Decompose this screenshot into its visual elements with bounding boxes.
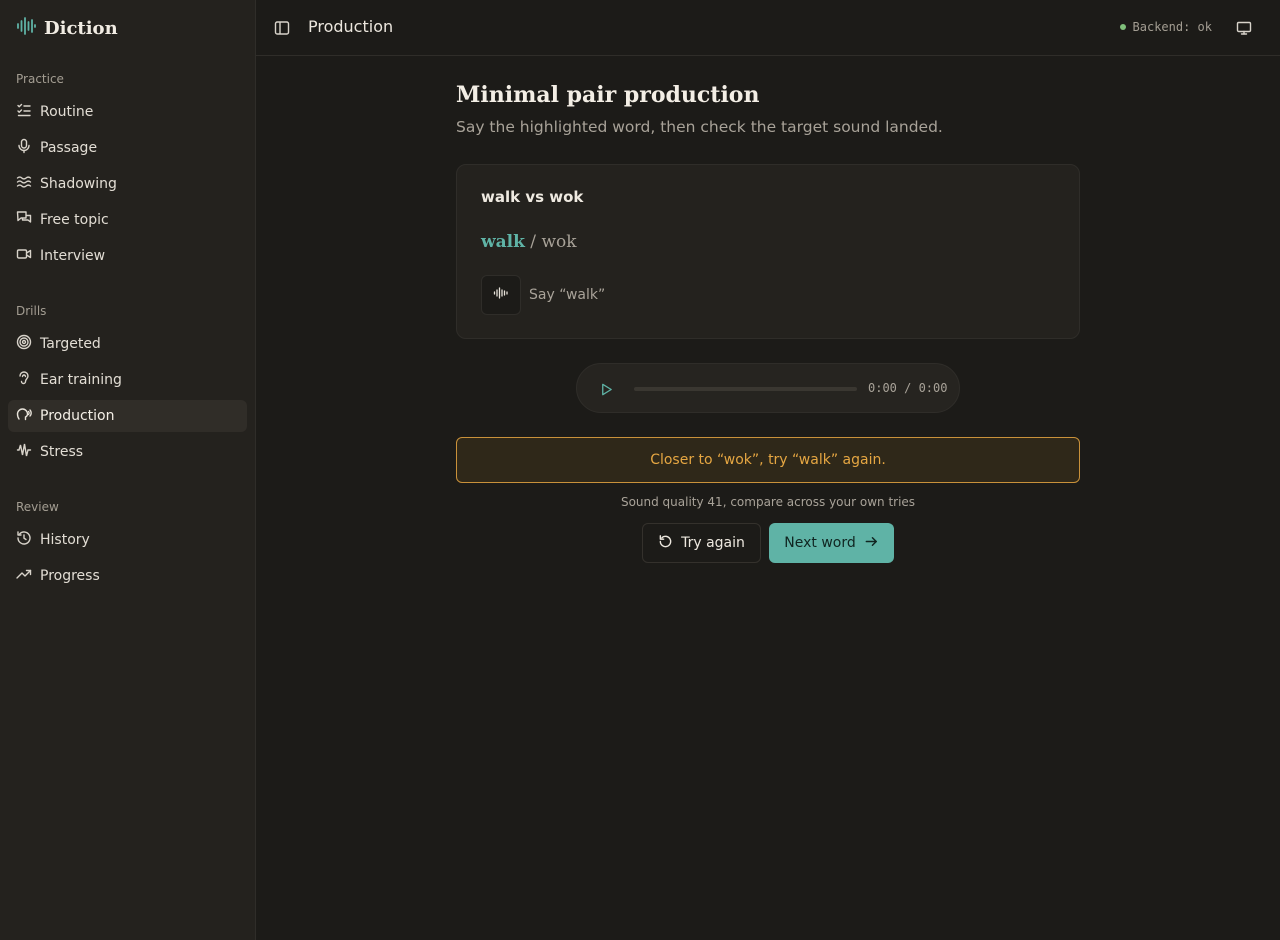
logo-waveform-icon bbox=[16, 16, 36, 40]
video-icon bbox=[16, 246, 32, 266]
sidebar-item-label: Ear training bbox=[40, 372, 122, 388]
other-word: wok bbox=[541, 232, 577, 252]
playback-time: 0:00 / 0:00 bbox=[868, 381, 948, 395]
sidebar-item-label: Passage bbox=[40, 140, 98, 156]
sidebar-item-ear-training[interactable]: Ear training bbox=[8, 364, 247, 396]
next-word-button[interactable]: Next word bbox=[769, 523, 894, 563]
mic-icon bbox=[16, 138, 32, 158]
feedback-banner: Closer to “wok”, try “walk” again. bbox=[456, 437, 1080, 483]
chat-icon bbox=[16, 210, 32, 230]
brand[interactable]: Diction bbox=[16, 14, 118, 42]
try-again-button[interactable]: Try again bbox=[642, 523, 761, 563]
sidebar-item-label: Targeted bbox=[40, 336, 101, 352]
arrow-right-icon bbox=[864, 534, 879, 553]
say-prompt: Say “walk” bbox=[529, 287, 606, 303]
drill-title: Minimal pair production bbox=[456, 82, 760, 108]
next-word-label: Next word bbox=[784, 535, 856, 551]
audio-waveform-icon bbox=[16, 442, 32, 462]
sidebar-item-production[interactable]: Production bbox=[8, 400, 247, 432]
pair-display: walk / wok bbox=[481, 232, 577, 252]
trending-up-icon bbox=[16, 566, 32, 586]
page-title: Production bbox=[308, 17, 394, 36]
rotate-ccw-icon bbox=[658, 534, 673, 553]
pair-title: walk vs wok bbox=[481, 188, 584, 206]
status-dot-icon bbox=[1119, 24, 1126, 30]
sidebar-item-label: Stress bbox=[40, 444, 84, 460]
sidebar-item-progress[interactable]: Progress bbox=[8, 560, 247, 592]
backend-status: Backend: ok bbox=[1119, 20, 1212, 34]
quality-note: Sound quality 41, compare across your ow… bbox=[620, 495, 916, 509]
top-header: Production Backend: ok bbox=[256, 0, 1280, 56]
drill-subtitle: Say the highlighted word, then check the… bbox=[456, 118, 943, 136]
pair-separator: / bbox=[524, 232, 542, 252]
waves-icon bbox=[16, 174, 32, 194]
target-icon bbox=[16, 334, 32, 354]
monitor-icon[interactable] bbox=[1234, 18, 1254, 38]
history-icon bbox=[16, 530, 32, 550]
speech-icon bbox=[16, 406, 32, 426]
sidebar-item-label: Free topic bbox=[40, 212, 109, 228]
audio-player: 0:00 / 0:00 bbox=[576, 363, 960, 413]
section-label-practice: Practice bbox=[16, 72, 64, 86]
sidebar-item-targeted[interactable]: Targeted bbox=[8, 328, 247, 360]
record-button[interactable] bbox=[481, 275, 521, 315]
sidebar-item-label: Interview bbox=[40, 248, 106, 264]
backend-status-text: Backend: ok bbox=[1132, 20, 1212, 34]
sidebar-item-stress[interactable]: Stress bbox=[8, 436, 247, 468]
minimal-pair-card: walk vs wok walk / wok Say “walk” bbox=[456, 164, 1080, 339]
app-name: Diction bbox=[44, 17, 118, 39]
playback-track[interactable] bbox=[634, 387, 857, 391]
sidebar-item-passage[interactable]: Passage bbox=[8, 132, 247, 164]
sidebar-item-label: Production bbox=[40, 408, 115, 424]
section-label-review: Review bbox=[16, 500, 59, 514]
sidebar-item-history[interactable]: History bbox=[8, 524, 247, 556]
sidebar: Diction Practice Routine Passage Shadowi… bbox=[0, 0, 256, 940]
say-row: Say “walk” bbox=[481, 275, 605, 315]
app-root: Diction Practice Routine Passage Shadowi… bbox=[0, 0, 1280, 940]
section-label-drills: Drills bbox=[16, 304, 47, 318]
sidebar-item-interview[interactable]: Interview bbox=[8, 240, 247, 272]
sidebar-item-label: History bbox=[40, 532, 90, 548]
sidebar-item-label: Routine bbox=[40, 104, 94, 120]
sidebar-item-routine[interactable]: Routine bbox=[8, 96, 247, 128]
sidebar-item-shadowing[interactable]: Shadowing bbox=[8, 168, 247, 200]
sidebar-item-label: Shadowing bbox=[40, 176, 117, 192]
target-word: walk bbox=[481, 232, 525, 252]
sidebar-toggle-icon[interactable] bbox=[272, 18, 292, 38]
audio-lines-icon bbox=[493, 285, 509, 305]
play-icon[interactable] bbox=[597, 380, 615, 398]
sidebar-item-label: Progress bbox=[40, 568, 100, 584]
list-checks-icon bbox=[16, 102, 32, 122]
try-again-label: Try again bbox=[681, 535, 745, 551]
sidebar-item-free-topic[interactable]: Free topic bbox=[8, 204, 247, 236]
ear-icon bbox=[16, 370, 32, 390]
